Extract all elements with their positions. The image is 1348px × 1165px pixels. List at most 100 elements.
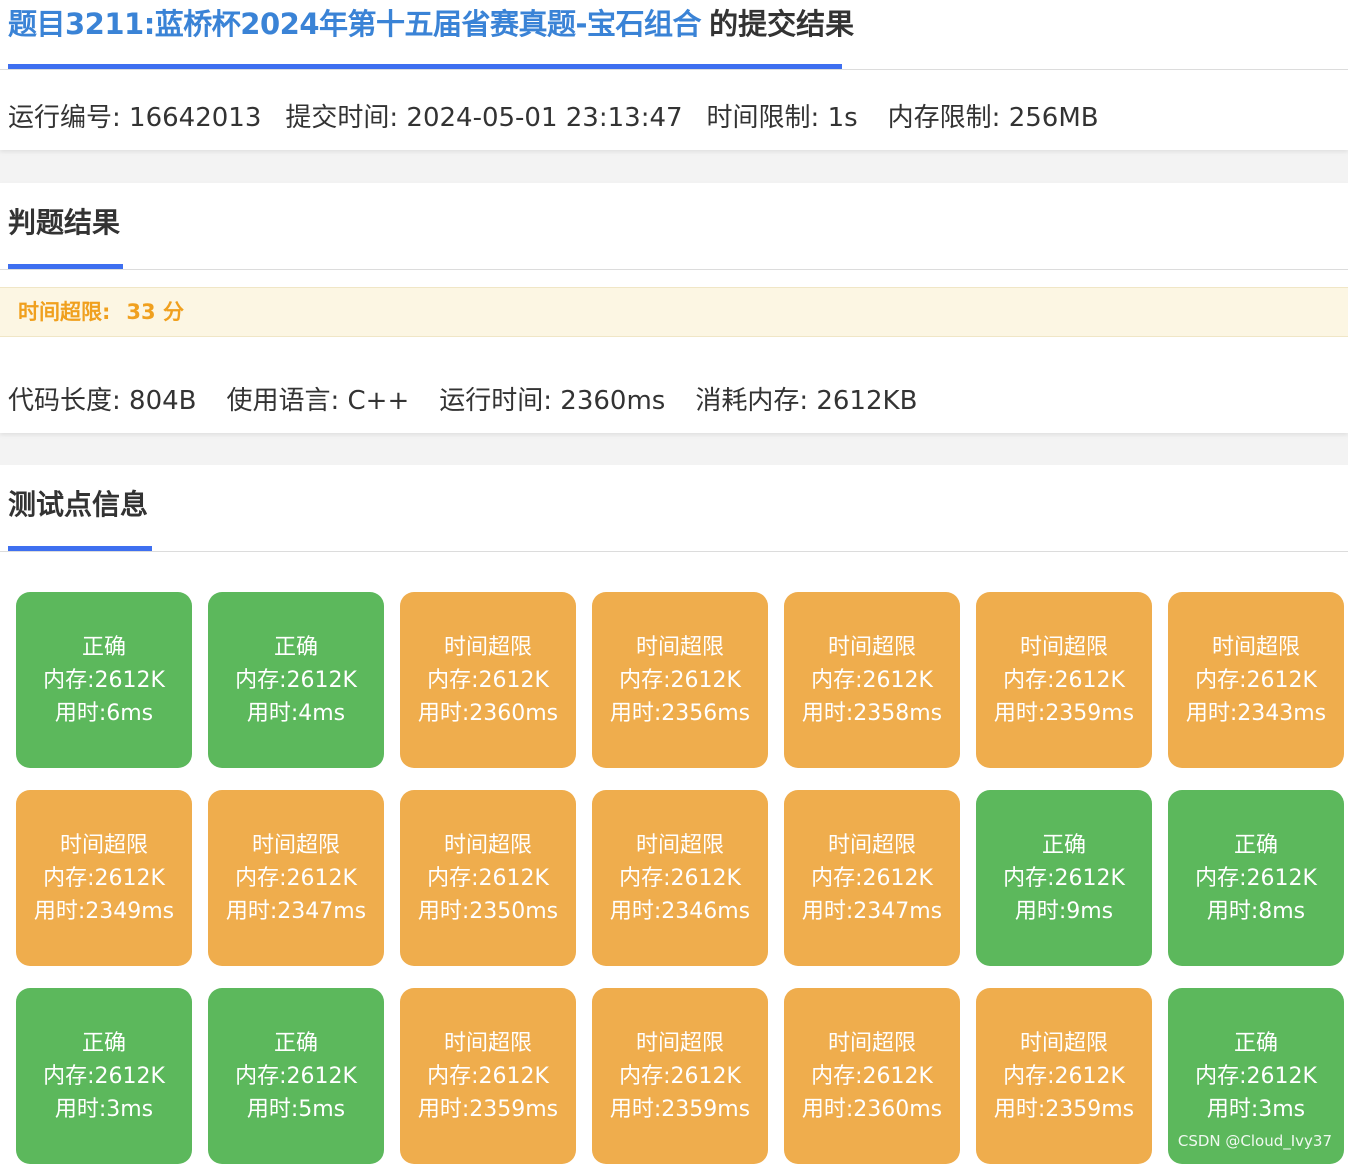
testcase-tile[interactable]: 时间超限内存:2612K 用时:2346ms: [592, 790, 768, 966]
judge-section-title: 判题结果: [8, 206, 121, 239]
testcase-tile[interactable]: 时间超限内存:2612K 用时:2359ms: [400, 988, 576, 1164]
testcase-tile[interactable]: 时间超限 内存:2612K 用时:2343ms: [1168, 592, 1344, 768]
status-text: 时间超限: 33 分: [18, 297, 184, 327]
testcase-tile[interactable]: 时间超限内存:2612K 用时:2347ms: [208, 790, 384, 966]
title-suffix: 的提交结果: [709, 7, 855, 41]
testcase-tile[interactable]: 时间超限 内存:2612K 用时:2359ms: [592, 988, 768, 1164]
testcase-tile[interactable]: 正确 内存:2612K 用时:3ms: [16, 988, 192, 1164]
testcase-memory: 内存:2612K: [1003, 667, 1125, 693]
testcase-time: 用时:3ms: [54, 1096, 154, 1122]
judge-meta: 代码长度: 804B 使用语言: C++ 运行时间: 2360ms 消耗内存: 261…: [8, 383, 941, 419]
judge-divider: [0, 269, 1348, 270]
testcase-tile[interactable]: 时间超限内存:2612K 用时:2360ms: [400, 592, 576, 768]
problem-link[interactable]: 题目3211:蓝桥杯2024年第十五届省赛真题-宝石组合: [8, 7, 702, 41]
testcase-time: 用时:2358ms: [801, 700, 943, 726]
testcase-tile[interactable]: 正确内存:2612K 用时:4ms: [208, 592, 384, 768]
testcase-status: 时间超限: [251, 832, 340, 858]
testcase-tile[interactable]: 时间超限内存:2612K 用时:2359ms: [976, 988, 1152, 1164]
testcase-time: 用时:2359ms: [993, 1096, 1135, 1122]
testcase-memory: 内存:2612K: [43, 865, 165, 891]
testcase-status: 时间超限: [635, 1030, 724, 1056]
run-time: 运行时间: 2360ms: [439, 386, 666, 416]
time-limit: 时间限制: 1s: [706, 103, 858, 133]
run-id: 运行编号: 16642013: [8, 103, 262, 133]
testcase-memory: 内存:2612K: [1195, 1063, 1317, 1089]
testcase-time: 用时:2347ms: [225, 898, 367, 924]
testcase-tile[interactable]: 时间超限内存:2612K 用时:2358ms: [784, 592, 960, 768]
testcase-time: 用时:2343ms: [1185, 700, 1327, 726]
testcase-memory: 内存:2612K: [427, 667, 549, 693]
title-underline: [8, 64, 842, 69]
testcase-memory: 内存:2612K: [235, 1063, 357, 1089]
testcase-time: 用时:9ms: [1014, 898, 1114, 924]
testcase-memory: 内存:2612K: [1195, 667, 1317, 693]
testcase-status: 时间超限: [827, 1030, 916, 1056]
testcase-status: 正确: [273, 634, 318, 660]
testcase-time: 用时:2360ms: [801, 1096, 943, 1122]
testcase-memory: 内存:2612K: [619, 667, 741, 693]
testcase-tile[interactable]: 正确内存:2612K 用时:6ms: [16, 592, 192, 768]
testcase-status: 正确: [1233, 832, 1278, 858]
testcase-status: 时间超限: [443, 832, 532, 858]
testcase-tile[interactable]: 时间超限 内存:2612K 用时:2350ms: [400, 790, 576, 966]
watermark: CSDN @Cloud_Ivy37: [1177, 1132, 1332, 1150]
testcase-tile[interactable]: 时间超限内存:2612K 用时:2359ms: [976, 592, 1152, 768]
testcase-memory: 内存:2612K: [1003, 865, 1125, 891]
testcase-status: 时间超限: [635, 832, 724, 858]
testcase-tile[interactable]: 正确 内存:2612K 用时:5ms: [208, 988, 384, 1164]
language: 使用语言: C++: [226, 386, 410, 416]
testcase-time: 用时:2356ms: [609, 700, 751, 726]
submission-header-card: 题目3211:蓝桥杯2024年第十五届省赛真题-宝石组合 的提交结果 运行编号: …: [0, 0, 1348, 150]
testcase-tile[interactable]: 正确内存:2612K 用时:9ms: [976, 790, 1152, 966]
testcase-memory: 内存:2612K: [235, 865, 357, 891]
testcase-status: 正确: [273, 1030, 318, 1056]
testcase-memory: 内存:2612K: [235, 667, 357, 693]
testcase-memory: 内存:2612K: [1003, 1063, 1125, 1089]
testcase-time: 用时:3ms: [1206, 1096, 1306, 1122]
testcase-time: 用时:6ms: [54, 700, 154, 726]
testcase-time: 用时:2347ms: [801, 898, 943, 924]
page-title: 题目3211:蓝桥杯2024年第十五届省赛真题-宝石组合 的提交结果: [8, 4, 854, 44]
status-bar: 时间超限: 33 分: [0, 287, 1348, 337]
testcase-status: 时间超限: [1019, 634, 1108, 660]
testcase-status: 正确: [1233, 1030, 1278, 1056]
testcase-tile[interactable]: 正确内存:2612K 用时:8ms: [1168, 790, 1344, 966]
testcase-tile[interactable]: 时间超限内存:2612K 用时:2356ms: [592, 592, 768, 768]
judge-result-card: 判题结果 时间超限: 33 分 代码长度: 804B 使用语言: C++ 运行时间: …: [0, 183, 1348, 433]
testcase-time: 用时:4ms: [246, 700, 346, 726]
testcase-status: 时间超限: [827, 634, 916, 660]
testcase-memory: 内存:2612K: [1195, 865, 1317, 891]
code-length: 代码长度: 804B: [8, 386, 197, 416]
testcase-section-title: 测试点信息: [8, 488, 149, 521]
submission-meta: 运行编号: 16642013 提交时间: 2024-05-01 23:13:47 时…: [8, 100, 1123, 136]
testcase-time: 用时:2350ms: [417, 898, 559, 924]
testcase-divider: [0, 551, 1348, 552]
testcase-tile[interactable]: 时间超限 内存:2612K 用时:2347ms: [784, 790, 960, 966]
testcase-memory: 内存:2612K: [43, 667, 165, 693]
testcase-status: 时间超限: [1019, 1030, 1108, 1056]
memory-limit: 内存限制: 256MB: [887, 103, 1099, 133]
testcase-memory: 内存:2612K: [619, 1063, 741, 1089]
status-score: 33 分: [126, 300, 184, 324]
testcase-tile[interactable]: 时间超限内存:2612K 用时:2349ms: [16, 790, 192, 966]
testcase-status: 时间超限: [443, 1030, 532, 1056]
testcase-memory: 内存:2612K: [427, 1063, 549, 1089]
testcase-memory: 内存:2612K: [811, 667, 933, 693]
testcase-time: 用时:2360ms: [417, 700, 559, 726]
testcase-tile[interactable]: 时间超限内存:2612K 用时:2360ms: [784, 988, 960, 1164]
testcase-status: 正确: [81, 634, 126, 660]
testcase-status: 时间超限: [59, 832, 148, 858]
testcase-memory: 内存:2612K: [811, 1063, 933, 1089]
testcase-status: 时间超限: [443, 634, 532, 660]
testcase-time: 用时:8ms: [1206, 898, 1306, 924]
testcase-status: 正确: [1041, 832, 1086, 858]
testcase-status: 时间超限: [635, 634, 724, 660]
testcase-status: 正确: [81, 1030, 126, 1056]
testcase-memory: 内存:2612K: [619, 865, 741, 891]
testcase-memory: 内存:2612K: [811, 865, 933, 891]
testcase-time: 用时:2359ms: [417, 1096, 559, 1122]
judge-underline: [8, 264, 123, 269]
testcase-time: 用时:2346ms: [609, 898, 751, 924]
testcase-time: 用时:2349ms: [33, 898, 175, 924]
testcase-time: 用时:2359ms: [993, 700, 1135, 726]
